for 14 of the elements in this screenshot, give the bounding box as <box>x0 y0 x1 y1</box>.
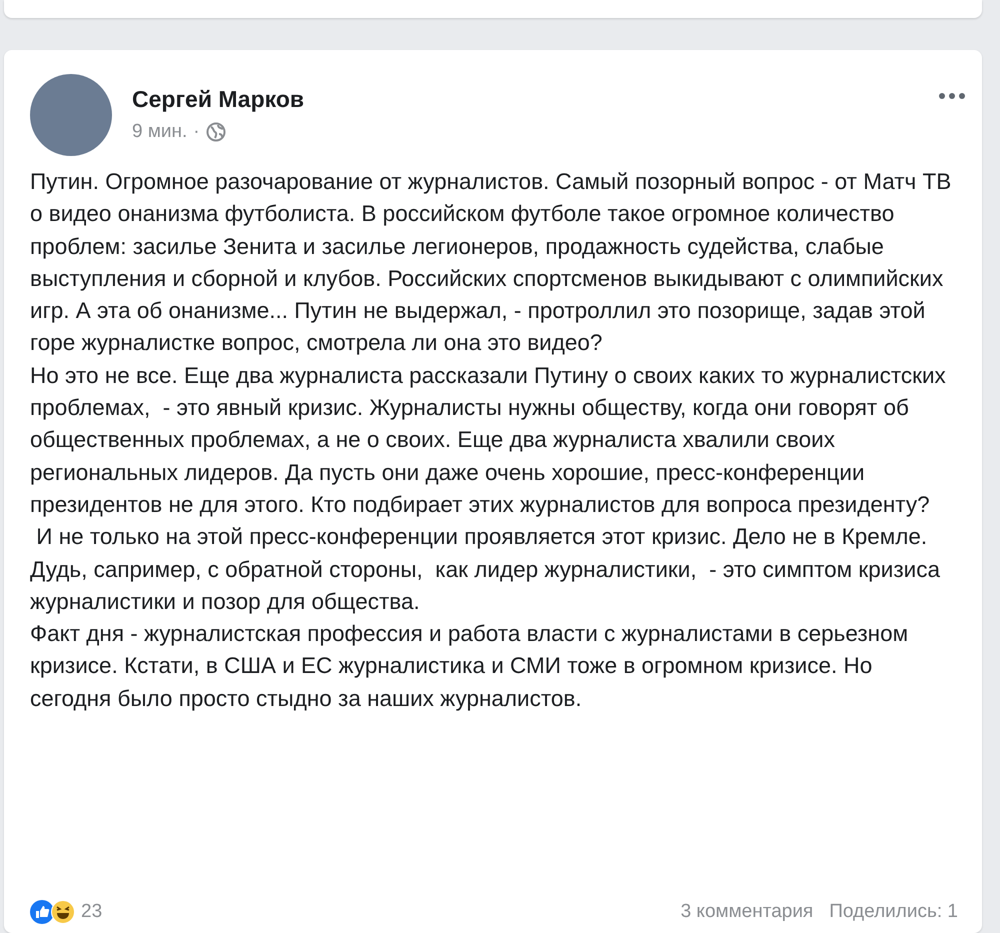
post-time[interactable]: 9 мин. <box>132 121 188 143</box>
more-options-icon[interactable] <box>938 92 966 100</box>
globe-icon <box>206 122 226 142</box>
separator-dot: · <box>193 121 200 143</box>
comments-link[interactable]: 3 комментария <box>680 901 814 923</box>
post-paragraph: Путин. Огромное разочарование от журналистов. Самый позорный вопрос - от Матч ТВ о видео онанизма футболиста. В российском футболе такое огромное количество проблем: засилье Зенита и засилье легионеров, продажность судейства, слабые выступления и сборной и клубов. Российских спортсменов выкидывают с олимпийских игр. А эта об онанизме... Путин не выдержал, - протроллил это позорище, задав этой горе журналистке вопрос, смотрела ли она это видео? <box>30 168 952 358</box>
shares-link[interactable]: Поделились: 1 <box>829 901 958 923</box>
post-paragraph: Факт дня - журналистская профессия и работа власти с журналистами в серьезном кризисе. Кстати, в США и ЕС журналистика и СМИ тоже в огромном кризисе. Но сегодня было просто стыдно за наших журналистов. <box>30 620 910 713</box>
like-reaction-icon[interactable] <box>30 900 54 924</box>
post-paragraph: И не только на этой пресс-конференции проявляется этот кризис. Дело не в Кремле. Дудь, сапример, с обратной стороны, как лидер журналистики, - это симптом кризиса журналистики и позор для общества. <box>30 523 941 616</box>
laughing-emoji-icon[interactable] <box>51 900 75 924</box>
reaction-count[interactable]: 23 <box>81 901 102 923</box>
post-paragraph: Но это не все. Еще два журналиста рассказали Путину о своих каких то журналистских проблемах, - это явный кризис. Журналисты нужны обществу, когда они говорят об общественных проблемах, а не о своих. Еще два журналиста хвалили своих региональных лидеров. Да пусть они даже очень хорошие, пресс-конференции президентов не для этого. Кто подбирает этих журналистов для вопроса президенту? <box>30 362 947 519</box>
author-name[interactable]: Сергей Марков <box>132 86 918 113</box>
